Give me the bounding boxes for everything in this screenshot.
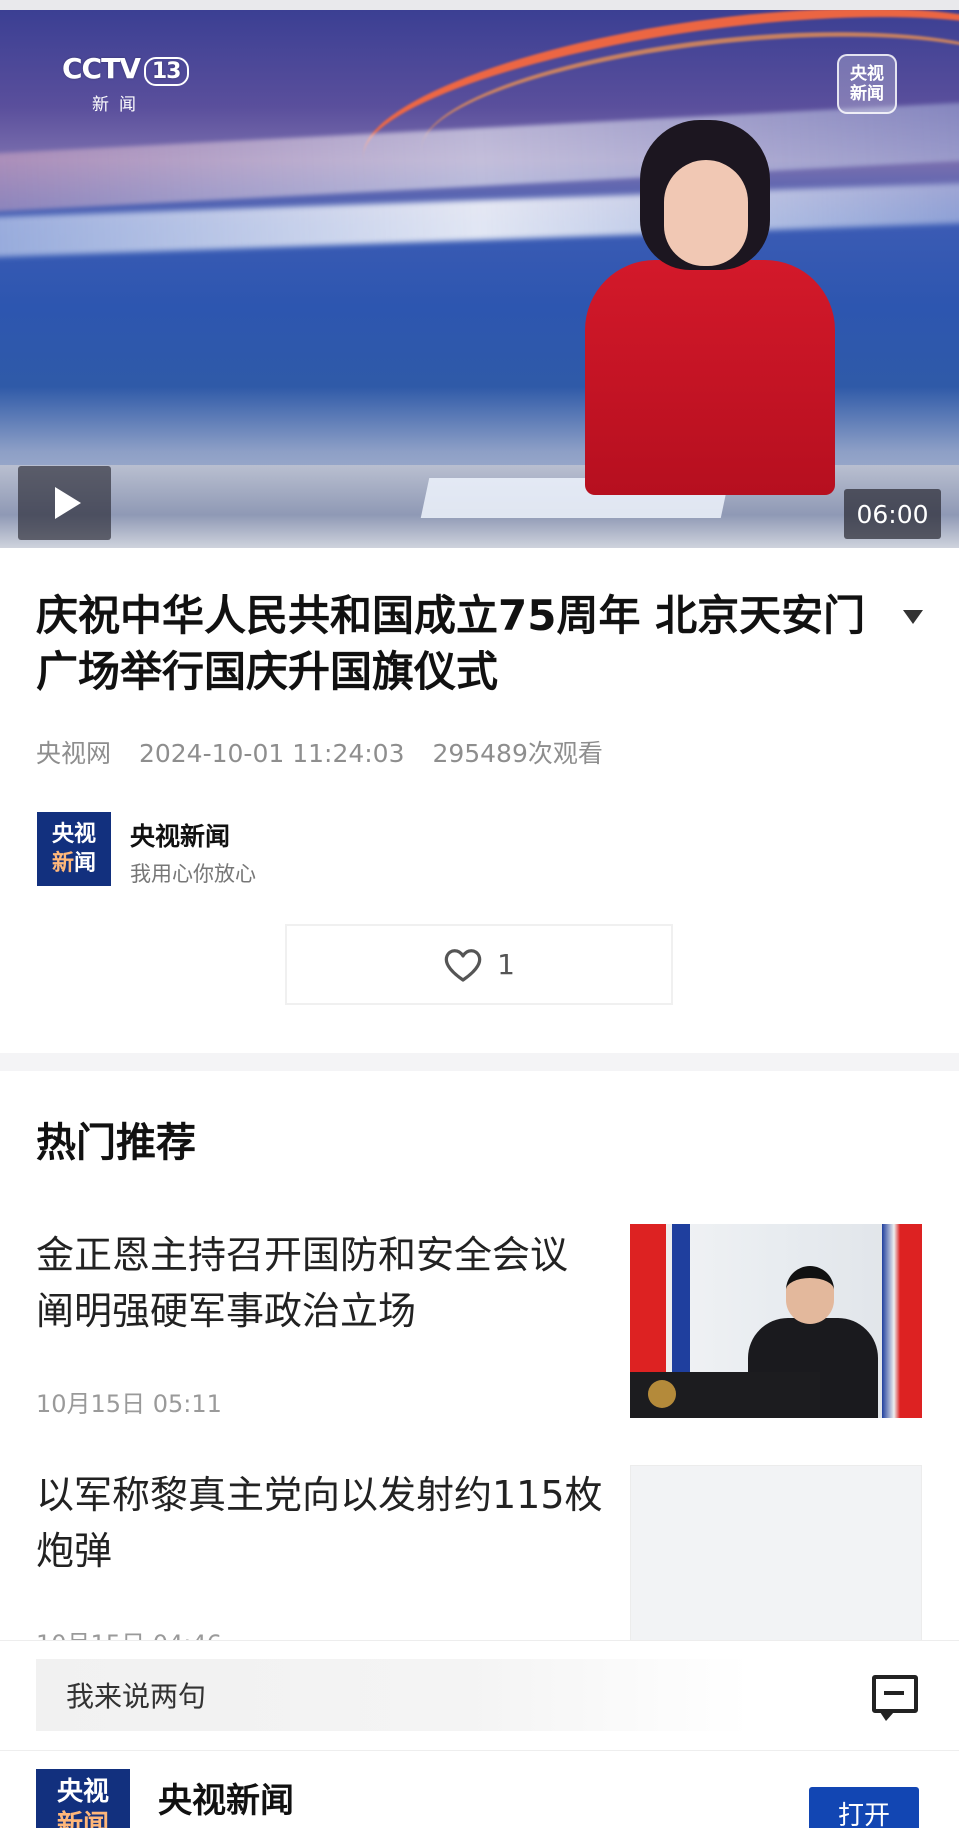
news-item-title[interactable]: 以军称黎真主党向以发射约115枚炮弹 [36, 1467, 606, 1579]
news-item-title[interactable]: 金正恩主持召开国防和安全会议 阐明强硬军事政治立场 [36, 1227, 606, 1339]
news-item-time: 10月15日 05:11 [36, 1390, 222, 1418]
article-datetime: 2024-10-01 11:24:03 [138, 739, 405, 768]
channel-avatar-char-xin: 新 [51, 851, 74, 876]
play-icon [54, 487, 81, 519]
expand-caret-icon[interactable] [903, 610, 923, 624]
anchor-face [664, 160, 748, 266]
cctv-logo-subtitle: 新闻 [92, 95, 146, 115]
watermark-line1: 央视 [850, 64, 884, 84]
like-count: 1 [497, 948, 515, 981]
app-logo: 央视 新闻 [36, 1769, 130, 1828]
speaker-head [786, 1266, 834, 1324]
app-download-banner: 央视 新闻 央视新闻 打开 [0, 1750, 959, 1828]
channel-slogan: 我用心你放心 [130, 862, 256, 886]
app-logo-line2: 新闻 [56, 1810, 109, 1828]
video-player[interactable]: CCTV 13 新闻 央视 新闻 06:00 [0, 10, 959, 548]
podium-emblem [648, 1380, 676, 1408]
flag-left [630, 1224, 690, 1394]
channel-name[interactable]: 央视新闻 [130, 817, 230, 853]
app-name: 央视新闻 [158, 1781, 294, 1821]
article-title: 庆祝中华人民共和国成立75周年 北京天安门广场举行国庆升国旗仪式 [36, 591, 866, 696]
watermark-line2: 新闻 [850, 84, 884, 104]
recommend-section-title: 热门推荐 [36, 1120, 196, 1166]
news-item-thumbnail-placeholder[interactable] [630, 1465, 922, 1659]
article-views: 295489次观看 [432, 739, 603, 768]
article-meta: 央视网 2024-10-01 11:24:03 295489次观看 [36, 734, 623, 770]
comment-bar: 我来说两句 [0, 1640, 959, 1750]
open-app-button[interactable]: 打开 [809, 1787, 919, 1828]
play-button[interactable] [18, 466, 111, 540]
channel-avatar-char-wen: 闻 [74, 851, 97, 876]
like-button[interactable]: 1 [285, 924, 673, 1005]
channel-avatar-line2: 新闻 [37, 849, 111, 878]
video-duration: 06:00 [844, 489, 941, 539]
comment-input[interactable]: 我来说两句 [36, 1659, 750, 1731]
podium [630, 1372, 820, 1418]
news-item-thumbnail[interactable] [630, 1224, 922, 1418]
top-status-strip [0, 0, 959, 10]
flag-right [882, 1224, 922, 1418]
anchor-figure [585, 260, 835, 495]
cctv-news-watermark: 央视 新闻 [837, 54, 897, 114]
cctv-logo-text: CCTV [62, 52, 141, 85]
cctv-channel-number: 13 [143, 57, 189, 86]
channel-avatar[interactable]: 央视 新闻 [37, 812, 111, 886]
article-source: 央视网 [36, 739, 112, 768]
section-divider [0, 1053, 959, 1071]
app-logo-line1: 央视 [56, 1777, 109, 1807]
heart-icon [444, 948, 482, 982]
channel-avatar-line1: 央视 [51, 822, 96, 847]
cctv13-logo: CCTV 13 [62, 52, 189, 86]
comment-icon[interactable] [872, 1675, 918, 1721]
